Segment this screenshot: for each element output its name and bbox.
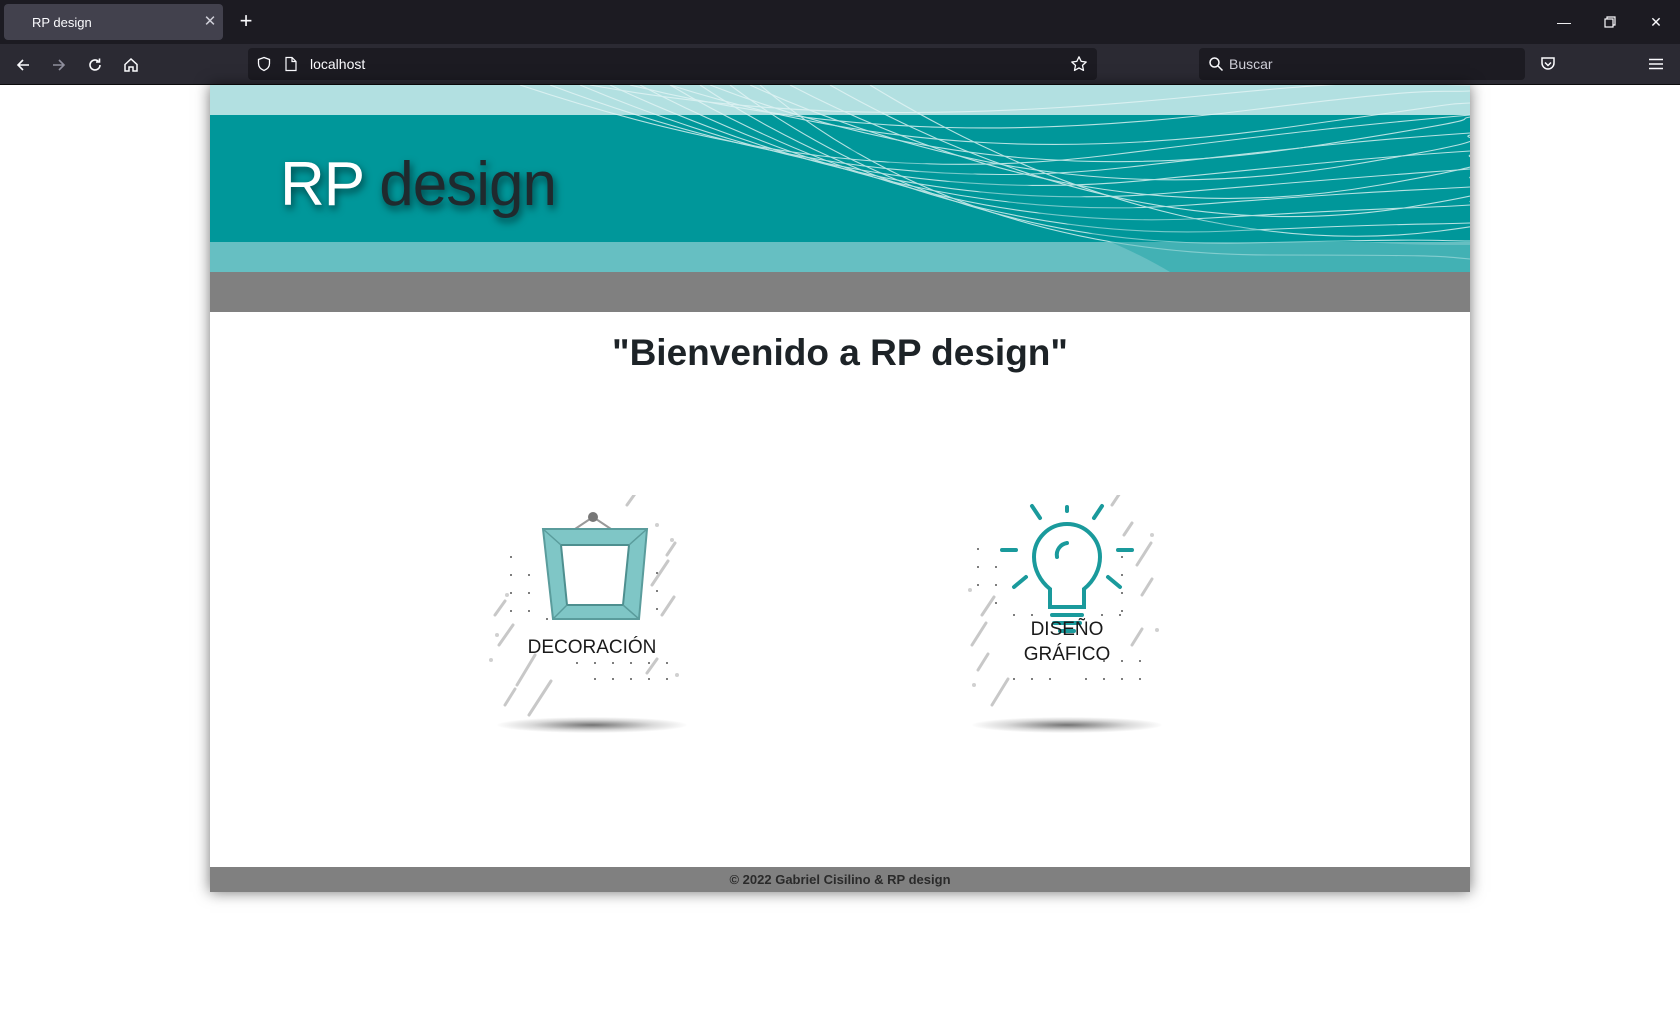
site-container: RP design "Bienvenido a RP design" DECOR…	[210, 85, 1470, 892]
decoration-card[interactable]: DECORACIÓN	[477, 495, 707, 745]
menu-icon[interactable]	[1647, 55, 1665, 73]
graphic-design-label-line-2: GRÁFICO	[1023, 644, 1111, 665]
search-bar[interactable]	[1199, 48, 1525, 80]
reload-icon	[89, 58, 101, 71]
close-tab-icon[interactable]: ✕	[200, 12, 220, 32]
close-window-icon[interactable]: ✕	[1646, 12, 1666, 32]
minimize-icon[interactable]: —	[1554, 12, 1574, 32]
page-icon[interactable]	[284, 56, 298, 72]
search-icon	[1209, 57, 1224, 72]
logo-design: design	[379, 150, 557, 219]
restore-icon[interactable]	[1600, 12, 1620, 32]
decoration-label-line: DECORACIÓN	[527, 637, 657, 658]
logo-rp: RP	[280, 150, 364, 219]
bookmark-star-icon[interactable]	[1070, 55, 1088, 73]
back-button[interactable]	[10, 52, 36, 78]
site-logo[interactable]: RP design	[280, 149, 557, 220]
lightbulb-icon	[968, 495, 1159, 707]
decoration-label: DECORACIÓN	[477, 635, 707, 660]
tab-title: RP design	[32, 15, 92, 30]
new-tab-button[interactable]: +	[234, 10, 258, 34]
address-bar[interactable]: localhost	[248, 48, 1097, 80]
forward-arrow-icon	[53, 59, 66, 71]
browser-tab[interactable]: RP design ✕	[4, 4, 223, 40]
back-arrow-icon	[16, 59, 29, 71]
header-banner: RP design	[210, 85, 1470, 272]
navigation-toolbar: localhost	[0, 44, 1680, 85]
card-shadow	[497, 717, 687, 733]
graphic-design-card[interactable]: DISEÑO GRÁFICO	[952, 495, 1182, 745]
home-icon	[124, 57, 138, 72]
reload-button[interactable]	[82, 52, 108, 78]
welcome-heading: "Bienvenido a RP design"	[612, 332, 1068, 373]
card-shadow	[972, 717, 1162, 733]
shield-icon[interactable]	[256, 56, 272, 72]
graphic-design-label: DISEÑO GRÁFICO	[952, 617, 1182, 667]
home-button[interactable]	[118, 52, 144, 78]
forward-button[interactable]	[46, 52, 72, 78]
picture-frame-icon	[489, 495, 679, 717]
footer-copyright: © 2022 Gabriel Cisilino & RP design	[729, 872, 951, 887]
tab-bar: RP design ✕ + — ✕	[0, 0, 1680, 44]
footer: © 2022 Gabriel Cisilino & RP design	[210, 867, 1470, 892]
graphic-design-label-line-1: DISEÑO	[1030, 619, 1104, 640]
url-text[interactable]: localhost	[310, 56, 365, 72]
search-input[interactable]	[1229, 52, 1509, 76]
pocket-icon[interactable]	[1539, 55, 1557, 73]
navigation-strip	[210, 272, 1470, 312]
